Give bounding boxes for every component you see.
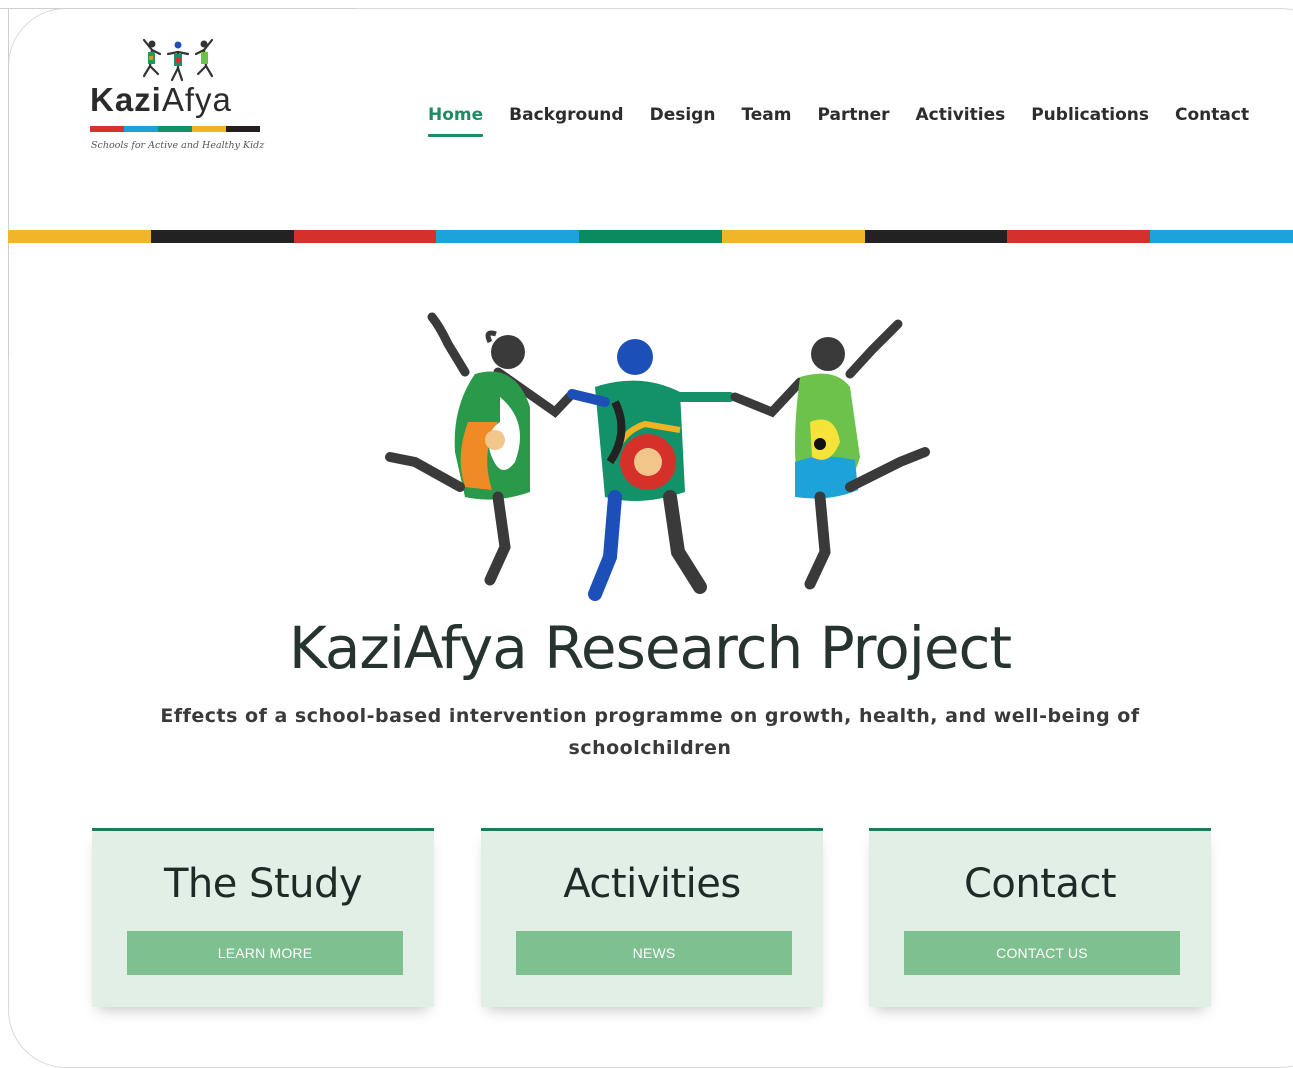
- band-segment: [436, 230, 580, 243]
- band-segment: [150, 230, 294, 243]
- dancing-children-illustration: [385, 312, 930, 601]
- left-dancer-figure: [385, 312, 577, 586]
- logo-wordmark: KaziAfya: [90, 81, 232, 118]
- logo-stripe: [158, 126, 192, 132]
- frame-edge: [8, 8, 9, 358]
- logo-stripe: [192, 126, 226, 132]
- frame-edge: [0, 8, 355, 9]
- card-title: Contact: [963, 861, 1117, 907]
- nav-item-design[interactable]: Design: [650, 105, 716, 137]
- dancing-children-logo-icon: [142, 38, 214, 82]
- site-logo[interactable]: KaziAfya Schools for Active and Healthy …: [88, 36, 268, 161]
- logo-stripes: [90, 126, 260, 132]
- nav-item-contact[interactable]: Contact: [1175, 105, 1249, 137]
- card-title: Activities: [563, 861, 741, 907]
- learn-more-button[interactable]: LEARN MORE: [127, 931, 403, 975]
- card-the-study: The Study LEARN MORE: [92, 828, 434, 1007]
- colour-band: [8, 230, 1293, 243]
- nav-item-publications[interactable]: Publications: [1031, 105, 1149, 137]
- band-segment: [8, 230, 151, 243]
- band-segment: [721, 230, 865, 243]
- card-activities: Activities NEWS: [481, 828, 823, 1007]
- logo-stripe: [124, 126, 158, 132]
- nav-item-background[interactable]: Background: [509, 105, 623, 137]
- hero-title: KaziAfya Research Project: [288, 614, 1012, 682]
- right-dancer-figure: [730, 319, 930, 590]
- band-segment: [864, 230, 1008, 243]
- nav-item-home[interactable]: Home: [428, 105, 484, 137]
- hero-subtitle: Effects of a school-based intervention p…: [160, 705, 1140, 759]
- card-title: The Study: [163, 861, 363, 907]
- logo-tagline: Schools for Active and Healthy Kidz: [91, 140, 265, 151]
- middle-dancer-figure: [567, 339, 735, 601]
- nav-item-partner[interactable]: Partner: [818, 105, 890, 137]
- nav-item-team[interactable]: Team: [741, 105, 791, 137]
- band-segment: [293, 230, 437, 243]
- logo-stripe: [226, 126, 260, 132]
- nav-item-activities[interactable]: Activities: [916, 105, 1006, 137]
- news-button[interactable]: NEWS: [516, 931, 792, 975]
- main-nav: Home Background Design Team Partner Activitie…: [428, 105, 1249, 137]
- band-segment: [1150, 230, 1293, 243]
- card-contact: Contact CONTACT US: [869, 828, 1211, 1007]
- band-segment: [1007, 230, 1151, 243]
- contact-us-button[interactable]: CONTACT US: [904, 931, 1180, 975]
- logo-stripe: [90, 126, 124, 132]
- band-segment: [579, 230, 722, 243]
